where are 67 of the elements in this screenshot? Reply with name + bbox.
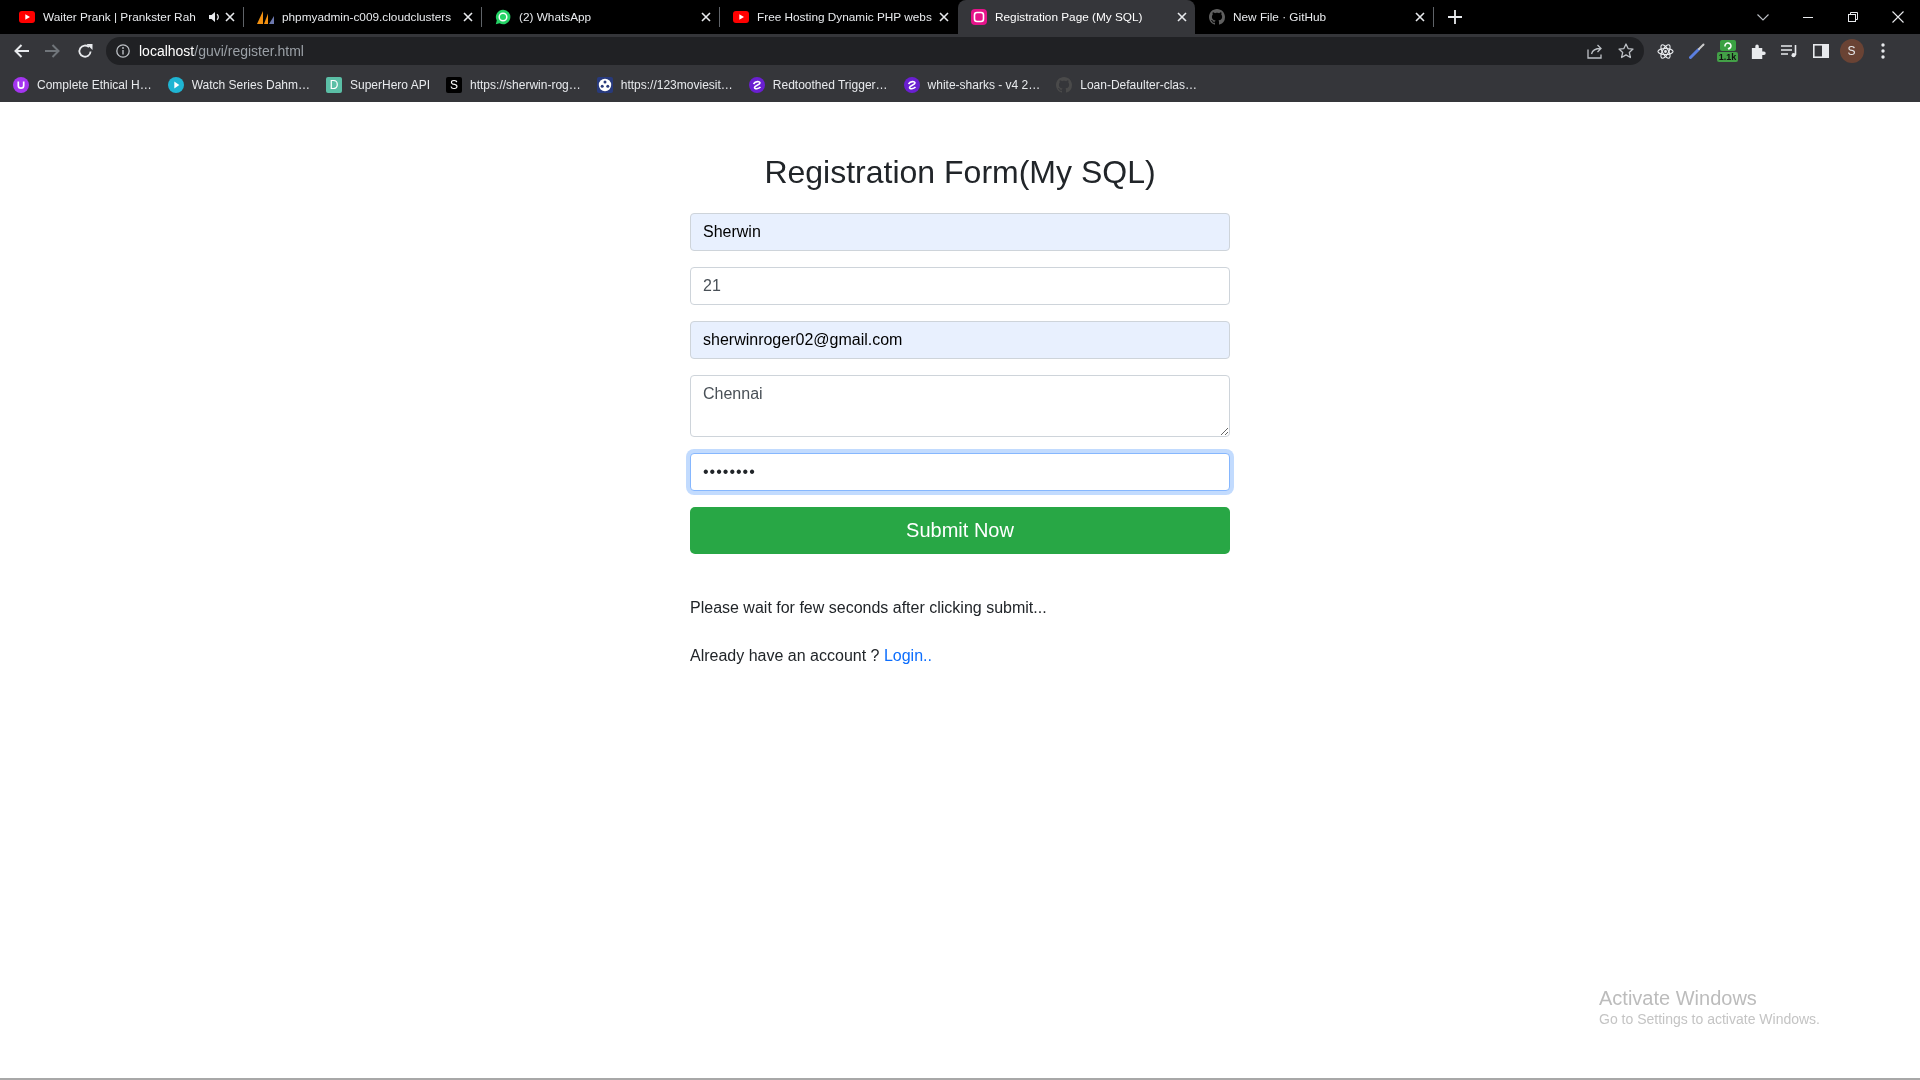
back-icon[interactable] xyxy=(13,43,29,59)
browser-tab[interactable]: Free Hosting Dynamic PHP webs xyxy=(720,0,957,34)
activation-message: Go to Settings to activate Windows. xyxy=(1599,1010,1820,1028)
browser-tab[interactable]: phpmyadmin-c009.cloudclusters xyxy=(244,0,481,34)
swirl-logo-icon xyxy=(748,77,765,93)
wait-note: Please wait for few seconds after clicking submit... xyxy=(690,598,1048,618)
app-logo-icon xyxy=(971,9,987,25)
bookmark[interactable]: Loan-Defaulter-clas… xyxy=(1056,77,1197,93)
video-play-icon xyxy=(733,11,749,23)
menu-icon[interactable] xyxy=(1880,43,1885,59)
bookmark[interactable]: white-sharks - v4 2… xyxy=(903,77,1041,93)
minimize-icon[interactable] xyxy=(1802,16,1813,18)
browser-tab[interactable]: Registration Page (My SQL) xyxy=(958,0,1195,34)
page-title: Registration Form(My SQL) xyxy=(763,153,1157,191)
profile-avatar[interactable]: S xyxy=(1839,39,1864,63)
side-panel-icon[interactable] xyxy=(1812,44,1829,58)
extension-count: 1.1k xyxy=(1716,52,1739,62)
address-bar[interactable]: localhost/guvi/register.html xyxy=(106,37,1644,65)
password-field[interactable]: •••••••• xyxy=(690,453,1230,491)
bookmark[interactable]: S https://sherwin-rog… xyxy=(446,77,581,93)
close-icon[interactable] xyxy=(701,12,711,22)
activation-title: Activate Windows xyxy=(1599,986,1758,1010)
favicon-letter: D xyxy=(326,77,342,93)
dropper-icon[interactable] xyxy=(1688,43,1705,59)
swirl-logo-icon[interactable] xyxy=(1719,40,1736,51)
forward-icon[interactable] xyxy=(45,43,61,59)
bookmark[interactable]: D SuperHero API xyxy=(326,77,431,93)
favicon-letter: S xyxy=(446,77,463,93)
input-field[interactable]: sherwinroger02@gmail.com xyxy=(690,321,1230,359)
url-text: localhost/guvi/register.html xyxy=(139,43,304,59)
playlist-icon[interactable] xyxy=(1781,44,1798,58)
browser-tab[interactable]: Waiter Prank | Prankster Rah xyxy=(6,0,243,34)
bookmark[interactable]: Complete Ethical H… xyxy=(13,77,152,93)
browser-tab[interactable]: (2) WhatsApp xyxy=(482,0,719,34)
star-icon[interactable] xyxy=(1618,43,1634,59)
close-icon[interactable] xyxy=(939,12,949,22)
video-play-icon xyxy=(19,11,35,23)
login-link[interactable]: Login.. xyxy=(883,647,932,664)
bookmark[interactable]: https://123moviesit… xyxy=(596,77,733,93)
swirl-logo-icon xyxy=(903,77,920,93)
bookmark[interactable]: Redtoothed Trigger… xyxy=(748,77,888,93)
input-field[interactable]: Sherwin xyxy=(690,213,1230,251)
bookmark[interactable]: Watch Series Dahm… xyxy=(167,77,310,93)
close-icon[interactable] xyxy=(1891,11,1904,23)
atom-icon[interactable] xyxy=(1657,42,1674,60)
input-field[interactable]: 21 xyxy=(690,267,1230,305)
puzzle-icon[interactable] xyxy=(1751,43,1766,59)
chat-bubble-icon xyxy=(495,9,511,25)
close-icon[interactable] xyxy=(1415,12,1425,22)
chevron-down-icon[interactable] xyxy=(1756,13,1769,21)
new-tab-icon[interactable] xyxy=(1448,10,1462,24)
play-circle-icon xyxy=(167,77,184,93)
share-icon[interactable] xyxy=(1587,43,1603,59)
cat-logo-icon xyxy=(1209,9,1225,25)
info-icon[interactable] xyxy=(116,44,130,58)
speaker-icon[interactable] xyxy=(209,11,221,23)
close-icon[interactable] xyxy=(463,12,473,22)
restore-icon[interactable] xyxy=(1847,12,1858,22)
login-prompt: Already have an account ? Login.. xyxy=(690,646,933,666)
reload-icon[interactable] xyxy=(77,43,93,59)
close-icon[interactable] xyxy=(225,12,235,22)
text-area[interactable]: Chennai xyxy=(690,375,1230,437)
browser-tab[interactable]: New File · GitHub xyxy=(1196,0,1433,34)
circle-logo-icon xyxy=(13,77,29,93)
film-reel-icon xyxy=(596,77,613,93)
close-icon[interactable] xyxy=(1177,12,1187,22)
sailboat-icon xyxy=(257,10,274,24)
